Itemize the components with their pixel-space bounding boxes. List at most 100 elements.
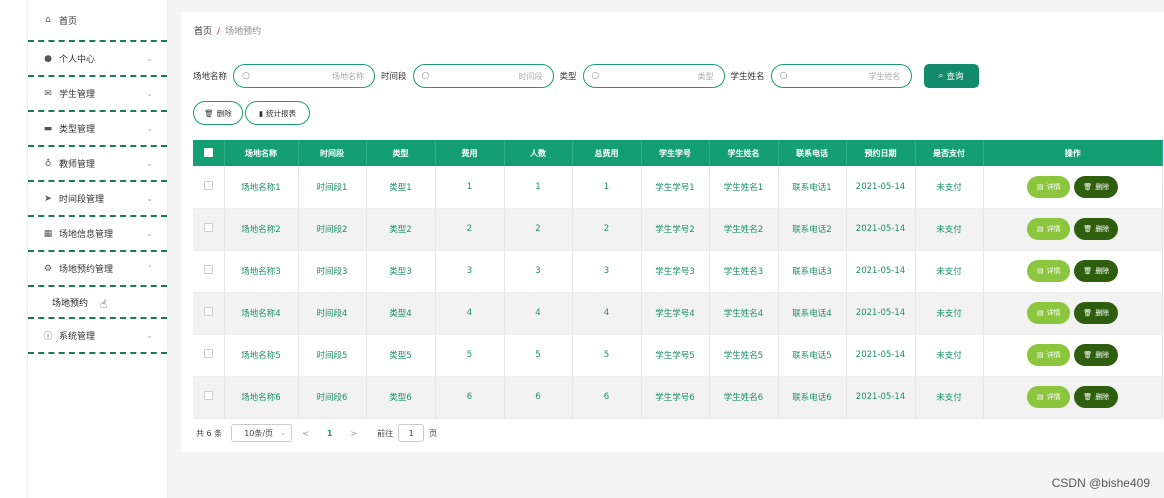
sidebar-item-timeslots[interactable]: ➤ 时间段管理 ⌄: [28, 182, 167, 217]
sidebar-subitem-reservation[interactable]: 场地预约 ☝: [28, 287, 167, 319]
page-size-select[interactable]: 10条/页 ⌄: [231, 424, 293, 442]
table-cell: 3: [572, 250, 642, 293]
table-cell: 学生姓名4: [709, 292, 779, 335]
table-cell: 联系电话5: [778, 334, 847, 377]
delete-button[interactable]: 🗑 删除: [1074, 260, 1119, 282]
table-cell: 6: [435, 376, 505, 419]
detail-button[interactable]: ▤ 详情: [1027, 218, 1071, 240]
table-cell: 时间段3: [298, 250, 367, 293]
table-cell: 类型1: [366, 166, 436, 209]
table-cell: 未支付: [915, 334, 984, 377]
type-search-input[interactable]: ○ 类型: [582, 64, 725, 88]
info-icon: ⓘ: [43, 332, 53, 342]
row-checkbox[interactable]: [203, 265, 213, 274]
filter-bar: 场地名称 ○ 场地名称 时间段 ○ 时间段 类型 ○ 类型 学生姓名 ○ 学生姓…: [193, 64, 979, 88]
table-cell: 1: [572, 166, 642, 209]
table-cell: 类型5: [366, 334, 436, 377]
current-page[interactable]: 1: [327, 429, 333, 438]
detail-button[interactable]: ▤ 详情: [1027, 175, 1071, 198]
row-checkbox[interactable]: [203, 180, 213, 190]
row-checkbox[interactable]: [203, 391, 213, 400]
row-select-cell[interactable]: [193, 166, 225, 209]
student-search-input[interactable]: ○ 学生姓名: [770, 64, 912, 88]
header-cell[interactable]: 是否支付: [915, 140, 984, 166]
table-cell: 学生姓名6: [709, 376, 779, 419]
sidebar-item-home[interactable]: ⌂ 首页: [28, 0, 167, 42]
sidebar-item-label: 类型管理: [59, 125, 96, 135]
header-cell[interactable]: 人数: [504, 140, 573, 166]
delete-button[interactable]: 🗑 删除: [1074, 175, 1119, 198]
header-cell[interactable]: 学生学号: [641, 140, 710, 166]
prev-page-button[interactable]: <: [302, 429, 309, 438]
action-bar: 🗑 删除 ▮ 统计报表: [193, 101, 312, 125]
trash-icon: 🗑: [1083, 309, 1093, 317]
user-icon: ●: [44, 53, 52, 64]
table-cell: 学生姓名5: [709, 334, 779, 377]
header-cell: 操作: [983, 140, 1163, 166]
detail-button[interactable]: ▤ 详情: [1027, 386, 1071, 408]
home-icon: ⌂: [45, 15, 51, 25]
header-cell[interactable]: 场地名称: [224, 140, 299, 166]
microphone-icon: ♁: [44, 158, 52, 169]
detail-button-label: 详情: [1046, 393, 1061, 401]
bulk-delete-button[interactable]: 🗑 删除: [193, 101, 243, 125]
detail-button-label: 详情: [1046, 225, 1061, 233]
page-size-value: 10条/页: [244, 428, 274, 438]
delete-button[interactable]: 🗑 删除: [1074, 344, 1119, 366]
sidebar-item-reservations[interactable]: ⚙ 场地预约管理 ⌃: [28, 252, 167, 287]
time-search-input[interactable]: ○ 时间段: [412, 64, 554, 88]
table-cell: 联系电话1: [778, 166, 847, 209]
next-page-button[interactable]: >: [350, 429, 357, 438]
row-checkbox[interactable]: [203, 349, 213, 358]
venue-placeholder: 场地名称: [332, 71, 365, 81]
row-select-cell[interactable]: [193, 208, 225, 251]
trash-icon: 🗑: [1083, 351, 1093, 359]
sidebar-subitem-label: 场地预约: [52, 298, 89, 309]
sidebar-item-venues[interactable]: ▦ 场地信息管理 ⌄: [28, 217, 167, 252]
table-cell: 2: [504, 208, 573, 251]
table-cell: 时间段5: [298, 334, 367, 377]
table-cell: 5: [572, 334, 642, 377]
sidebar-item-types[interactable]: ▬ 类型管理 ⌄: [28, 112, 167, 147]
detail-button[interactable]: ▤ 详情: [1027, 344, 1071, 366]
detail-button-label: 详情: [1046, 309, 1061, 317]
header-cell[interactable]: 费用: [435, 140, 505, 166]
table-cell: 1: [504, 166, 573, 209]
search-button[interactable]: ⌕ 查询: [923, 64, 979, 88]
chevron-down-icon: ⌄: [146, 331, 153, 340]
row-checkbox[interactable]: [203, 307, 213, 316]
row-select-cell[interactable]: [193, 376, 225, 419]
header-cell[interactable]: 时间段: [298, 140, 367, 166]
sidebar-item-system[interactable]: ⓘ 系统管理 ⌄: [28, 319, 167, 354]
sidebar-item-students[interactable]: ✉ 学生管理 ⌄: [28, 77, 167, 112]
select-all-checkbox[interactable]: [203, 147, 213, 157]
row-select-cell[interactable]: [193, 334, 225, 377]
header-cell[interactable]: 类型: [366, 140, 436, 166]
header-cell[interactable]: 学生姓名: [709, 140, 779, 166]
trash-icon: 🗑: [1083, 267, 1093, 275]
report-button[interactable]: ▮ 统计报表: [245, 101, 310, 125]
header-cell[interactable]: 联系电话: [778, 140, 847, 166]
table-cell: 场地名称4: [224, 292, 299, 335]
goto-page-input[interactable]: 1: [398, 424, 425, 442]
delete-button[interactable]: 🗑 删除: [1074, 218, 1119, 240]
header-cell[interactable]: 总费用: [572, 140, 642, 166]
venue-search-input[interactable]: ○ 场地名称: [233, 64, 376, 88]
sidebar-item-teachers[interactable]: ♁ 教师管理 ⌄: [28, 147, 167, 182]
table-cell: 类型4: [366, 292, 436, 335]
header-cell[interactable]: 预约日期: [846, 140, 916, 166]
sidebar: ⌂ 首页 ● 个人中心 ⌄ ✉ 学生管理 ⌄ ▬ 类型管理 ⌄ ♁ 教师管理 ⌄…: [27, 0, 168, 498]
detail-button[interactable]: ▤ 详情: [1027, 302, 1071, 324]
delete-button[interactable]: 🗑 删除: [1074, 302, 1119, 324]
select-all-cell[interactable]: [193, 140, 225, 166]
delete-button[interactable]: 🗑 删除: [1074, 386, 1119, 408]
row-actions-cell: ▤ 详情 🗑 删除: [983, 166, 1163, 209]
detail-button[interactable]: ▤ 详情: [1027, 260, 1071, 282]
row-select-cell[interactable]: [193, 292, 225, 335]
table-cell: 2021-05-14: [846, 208, 916, 251]
sidebar-item-profile[interactable]: ● 个人中心 ⌄: [28, 42, 167, 77]
document-icon: ▤: [1036, 182, 1044, 191]
row-select-cell[interactable]: [193, 250, 225, 293]
breadcrumb-home[interactable]: 首页: [194, 27, 212, 37]
row-checkbox[interactable]: [203, 223, 213, 232]
